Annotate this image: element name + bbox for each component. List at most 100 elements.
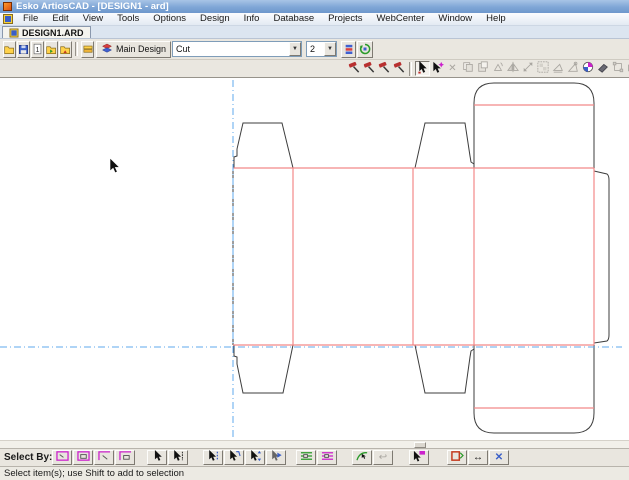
mouse-cursor (110, 158, 119, 173)
rebuild-playback-button-2[interactable] (362, 61, 377, 76)
select-by-partial-mfg-button[interactable] (115, 450, 135, 465)
catalog-button[interactable] (81, 41, 94, 58)
select-by-partial-design-button[interactable] (94, 450, 114, 465)
select-layer-group (296, 450, 338, 465)
paste-button[interactable] (475, 61, 490, 76)
chevron-down-icon[interactable]: ▼ (324, 42, 336, 56)
export-button[interactable] (59, 41, 72, 58)
horizontal-scrollbar[interactable] (0, 440, 629, 448)
zoom-selection-button[interactable] (447, 450, 467, 465)
align-button[interactable] (550, 61, 565, 76)
cursor-star-icon (432, 61, 444, 77)
transform-button[interactable] (610, 61, 625, 76)
flag-select-button[interactable] (409, 450, 429, 465)
undo-select-button[interactable]: ↩ (373, 450, 393, 465)
menu-projects[interactable]: Projects (321, 13, 369, 25)
menu-info[interactable]: Info (237, 13, 267, 25)
select-tool-button[interactable] (415, 61, 430, 76)
subtype-button[interactable] (341, 41, 356, 58)
delete-icon: ✕ (448, 64, 456, 74)
menu-file[interactable]: File (16, 13, 45, 25)
design-canvas[interactable] (0, 78, 629, 440)
menu-edit[interactable]: Edit (45, 13, 75, 25)
tab-design1[interactable]: DESIGN1.ARD (2, 26, 91, 38)
rebuild-playback-button-3[interactable] (377, 61, 392, 76)
dieline-svg (0, 78, 629, 440)
save-button[interactable] (17, 41, 30, 58)
select-angle-button[interactable] (224, 450, 244, 465)
books-icon (82, 44, 94, 55)
angle-button[interactable] (565, 61, 580, 76)
delete-button[interactable]: ✕ (445, 61, 460, 76)
hammer-icon (348, 61, 361, 77)
svg-text:1: 1 (36, 47, 40, 54)
select-through-button[interactable] (266, 450, 286, 465)
green-lines-icon (299, 450, 314, 465)
document-icon (3, 14, 13, 24)
rotate-button[interactable] (490, 61, 505, 76)
mirror-button[interactable] (505, 61, 520, 76)
print-button[interactable]: 1 (31, 41, 44, 58)
scale-button[interactable] (520, 61, 535, 76)
select-pointer-button[interactable] (147, 450, 167, 465)
tab-label: DESIGN1.ARD (22, 28, 84, 38)
layers-magenta-button[interactable] (317, 450, 337, 465)
folder-out-icon (60, 44, 71, 55)
main-design-button[interactable]: Main Design (96, 41, 171, 58)
status-message: Select item(s); use Shift to add to sele… (4, 468, 184, 479)
magenta-corner-alt-icon (118, 450, 133, 465)
menu-design[interactable]: Design (193, 13, 237, 25)
line-type-value: Cut (173, 44, 289, 54)
cursor-flag-icon (412, 450, 426, 465)
select-vertical-button[interactable] (245, 450, 265, 465)
menu-help[interactable]: Help (479, 13, 513, 25)
rebuild-button[interactable] (357, 41, 373, 58)
select-by-manufacturing-button[interactable] (73, 450, 93, 465)
align-icon (552, 61, 564, 76)
group-icon (537, 61, 549, 76)
select-misc-group: ↔ ✕ (447, 450, 510, 465)
floppy-icon (18, 44, 29, 55)
menu-options[interactable]: Options (146, 13, 193, 25)
separator (409, 62, 412, 76)
measure-width-button[interactable]: ↔ (468, 450, 488, 465)
page-icon: 1 (32, 43, 43, 55)
import-button[interactable] (45, 41, 58, 58)
rebuild-playback-button-4[interactable] (392, 61, 407, 76)
copy-button[interactable] (460, 61, 475, 76)
select-special-button[interactable] (430, 61, 445, 76)
line-type-combobox[interactable]: Cut ▼ (172, 41, 302, 57)
curve-select-button[interactable] (352, 450, 372, 465)
color-palette-button[interactable] (580, 61, 595, 76)
select-pointer-line-button[interactable] (168, 450, 188, 465)
cursor-icon (417, 61, 429, 77)
reroute-button[interactable] (625, 61, 629, 76)
window-title: Esko ArtiosCAD - [DESIGN1 - ard] (16, 1, 169, 12)
group-button[interactable] (535, 61, 550, 76)
cursor-a-icon (228, 450, 241, 465)
select-curve-group: ↩ (352, 450, 394, 465)
open-button[interactable] (3, 41, 16, 58)
menu-tools[interactable]: Tools (110, 13, 146, 25)
select-by-design-button[interactable] (52, 450, 72, 465)
select-above-button[interactable] (203, 450, 223, 465)
red-square-arrows-icon (450, 450, 464, 465)
menu-window[interactable]: Window (431, 13, 479, 25)
menu-database[interactable]: Database (266, 13, 321, 25)
status-bar: Select item(s); use Shift to add to sele… (0, 466, 629, 480)
eraser-button[interactable] (595, 61, 610, 76)
title-bar: Esko ArtiosCAD - [DESIGN1 - ard] (0, 0, 629, 13)
diagonal-select-button[interactable]: ✕ (489, 450, 509, 465)
layers-green-button[interactable] (296, 450, 316, 465)
rebuild-playback-button-1[interactable] (347, 61, 362, 76)
menu-view[interactable]: View (76, 13, 110, 25)
transform-icon (612, 61, 624, 76)
chevron-down-icon[interactable]: ▼ (289, 42, 301, 56)
cursor-dash-icon (207, 450, 220, 465)
pointage-combobox[interactable]: 2 ▼ (306, 41, 337, 57)
stack-icon (344, 43, 354, 55)
hammer-icon (378, 61, 391, 77)
menu-webcenter[interactable]: WebCenter (369, 13, 431, 25)
tab-bar: DESIGN1.ARD (0, 26, 629, 39)
cursor-updown-icon (249, 450, 262, 465)
